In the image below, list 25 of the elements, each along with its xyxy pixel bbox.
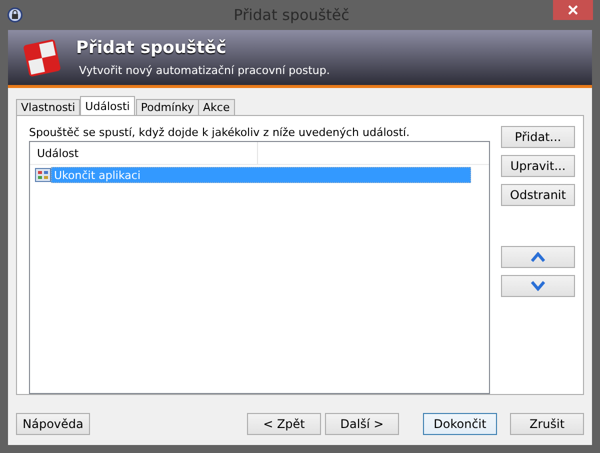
footer-button[interactable]: Nápověda — [16, 413, 90, 435]
edit-button[interactable]: Upravit... — [501, 155, 575, 177]
down-chevron-icon — [531, 281, 545, 291]
tab[interactable]: Události — [80, 96, 135, 115]
lock-icon — [7, 7, 23, 23]
footer-button[interactable]: Další > — [325, 413, 399, 435]
footer-button[interactable]: Zrušit — [510, 413, 584, 435]
up-chevron-icon — [531, 252, 545, 262]
move-up-button[interactable] — [501, 246, 575, 268]
close-button[interactable] — [553, 0, 593, 20]
edit-button[interactable]: Odstranit — [501, 184, 575, 206]
description-text: Spouštěč se spustí, když dojde k jakékoliv z níže uvedených událostí. — [29, 126, 411, 139]
close-icon — [568, 5, 578, 15]
footer-button[interactable]: < Zpět — [247, 413, 321, 435]
tab[interactable]: Akce — [198, 99, 235, 115]
move-down-button[interactable] — [501, 275, 575, 297]
edit-button[interactable]: Přidat... — [501, 126, 575, 148]
column-header[interactable]: Událost — [30, 142, 258, 164]
tab[interactable]: Podmínky — [136, 99, 200, 115]
header-title: Přidat spouštěč — [76, 38, 228, 58]
header-subtitle: Vytvořit nový automatizační pracovní postup. — [79, 64, 330, 77]
app-window-icon — [35, 168, 51, 182]
tab[interactable]: Vlastnosti — [16, 99, 80, 115]
window-title: Přidat spouštěč — [232, 6, 350, 24]
footer-button[interactable]: Dokončit — [423, 413, 497, 435]
